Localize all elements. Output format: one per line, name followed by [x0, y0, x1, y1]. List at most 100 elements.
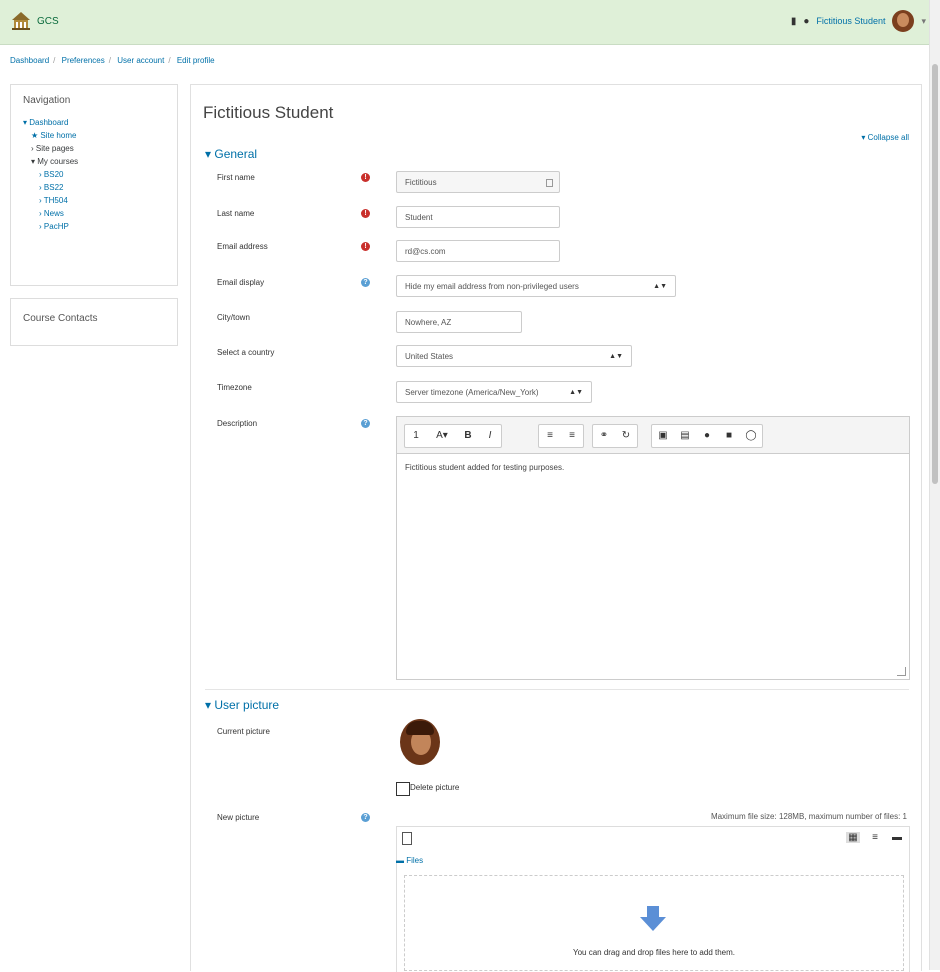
link-icon[interactable]: ⚭: [593, 425, 615, 447]
folder-view-icon[interactable]: ▬: [890, 832, 904, 843]
folder-icon: ▬: [396, 856, 404, 865]
nav-item-label: BS22: [43, 183, 64, 192]
icon-view-icon[interactable]: ▦: [846, 832, 860, 843]
help-icon[interactable]: ?: [361, 813, 370, 822]
site-name: GCS: [37, 15, 59, 27]
section-general-title: General: [214, 147, 258, 161]
delete-picture-checkbox[interactable]: [396, 782, 410, 796]
notification-bell-icon[interactable]: ▮: [791, 16, 797, 27]
bold-icon[interactable]: B: [457, 425, 479, 447]
edit-profile-form: Fictitious Student ▾ Collapse all ▾ Gene…: [190, 84, 922, 972]
editor-toolbar: 1 A▾ B I ≡ ≡ ⚭ ↻ ▣ ▤ ● ■ ◯: [397, 417, 909, 454]
chevron-right-icon: ›: [39, 222, 42, 231]
email-display-label: Email display: [217, 278, 265, 287]
toolbar-toggle-icon[interactable]: 1: [405, 425, 427, 447]
required-icon: !: [361, 173, 370, 182]
nav-item-course[interactable]: › BS22: [23, 181, 177, 194]
record-audio-icon[interactable]: ●: [696, 425, 718, 447]
view-switcher: ▦ ≡ ▬: [846, 832, 904, 843]
image-icon[interactable]: ▣: [652, 425, 674, 447]
breadcrumb-item-dashboard[interactable]: Dashboard: [10, 56, 49, 65]
description-editor[interactable]: 1 A▾ B I ≡ ≡ ⚭ ↻ ▣ ▤ ● ■ ◯ Fictitious st…: [396, 416, 910, 680]
chevron-down-icon[interactable]: ▾: [921, 16, 926, 27]
nav-item-label: PacHP: [43, 222, 69, 231]
breadcrumb-item-user-account[interactable]: User account: [117, 56, 164, 65]
nav-item-course[interactable]: › BS20: [23, 168, 177, 181]
section-general-toggle[interactable]: ▾ General: [205, 147, 257, 161]
timezone-label: Timezone: [217, 383, 252, 392]
messages-icon[interactable]: ●: [803, 16, 809, 27]
toolbar-group: ▣ ▤ ● ■ ◯: [651, 424, 763, 448]
timezone-value: Server timezone (America/New_York): [405, 388, 539, 397]
city-value: Nowhere, AZ: [405, 318, 452, 327]
record-video-icon[interactable]: ■: [718, 425, 740, 447]
nav-item-label: My courses: [37, 157, 79, 166]
list-view-icon[interactable]: ≡: [868, 832, 882, 843]
manage-files-icon[interactable]: ◯: [740, 425, 762, 447]
toolbar-group: ⚭ ↻: [592, 424, 638, 448]
section-user-picture-toggle[interactable]: ▾ User picture: [205, 698, 279, 712]
nav-item-course[interactable]: › PacHP: [23, 220, 177, 233]
city-field[interactable]: Nowhere, AZ: [396, 311, 522, 333]
current-picture-label: Current picture: [217, 727, 270, 736]
nav-item-dashboard[interactable]: ▾ Dashboard: [23, 116, 177, 129]
font-size-icon[interactable]: A▾: [427, 425, 457, 447]
timezone-select[interactable]: Server timezone (America/New_York) ▲▼: [396, 381, 592, 403]
description-text: Fictitious student added for testing pur…: [405, 463, 565, 472]
country-value: United States: [405, 352, 454, 361]
add-file-icon[interactable]: [402, 832, 412, 845]
filepicker-path[interactable]: ▬ Files: [396, 856, 423, 865]
drop-instructions: You can drag and drop files here to add …: [572, 948, 736, 957]
nav-item-site-pages[interactable]: › Site pages: [23, 142, 177, 155]
breadcrumb-item-preferences[interactable]: Preferences: [62, 56, 105, 65]
site-brand[interactable]: GCS: [10, 10, 59, 32]
ordered-list-icon[interactable]: ≡: [561, 425, 583, 447]
top-navbar: GCS ▮ ● Fictitious Student ▾: [0, 0, 940, 45]
breadcrumb-item-edit-profile[interactable]: Edit profile: [177, 56, 215, 65]
italic-icon[interactable]: I: [479, 425, 501, 447]
required-icon: !: [361, 242, 370, 251]
new-picture-label: New picture: [217, 813, 260, 822]
resize-handle-icon[interactable]: [897, 667, 906, 676]
last-name-field[interactable]: Student: [396, 206, 560, 228]
nav-item-course[interactable]: › TH504: [23, 194, 177, 207]
nav-item-my-courses[interactable]: ▾ My courses: [23, 155, 177, 168]
nav-item-label: TH504: [43, 196, 68, 205]
unordered-list-icon[interactable]: ≡: [539, 425, 561, 447]
first-name-field[interactable]: Fictitious: [396, 171, 560, 193]
country-label: Select a country: [217, 348, 275, 357]
collapse-all-link[interactable]: ▾ Collapse all: [861, 133, 909, 142]
email-field[interactable]: rd@cs.com: [396, 240, 560, 262]
nav-item-label: Site home: [40, 131, 77, 140]
nav-item-label: News: [43, 209, 64, 218]
city-label: City/town: [217, 313, 250, 322]
file-drop-zone[interactable]: You can drag and drop files here to add …: [404, 875, 904, 971]
media-icon[interactable]: ▤: [674, 425, 696, 447]
country-select[interactable]: United States ▲▼: [396, 345, 632, 367]
user-avatar[interactable]: [892, 10, 915, 32]
scrollbar-thumb[interactable]: [932, 64, 938, 484]
chevron-right-icon: ›: [39, 196, 42, 205]
select-caret-icon: ▲▼: [609, 353, 623, 360]
files-path-label: Files: [406, 856, 424, 865]
navigation-block: Navigation ▾ Dashboard ★ Site home › Sit…: [10, 84, 178, 286]
course-contacts-block: Course Contacts: [10, 298, 178, 346]
nav-item-course[interactable]: › News: [23, 207, 177, 220]
email-value: rd@cs.com: [405, 247, 446, 256]
autofill-icon: [546, 179, 553, 187]
user-name[interactable]: Fictitious Student: [816, 16, 885, 26]
course-contacts-title: Course Contacts: [23, 313, 98, 324]
unlink-icon[interactable]: ↻: [615, 425, 637, 447]
expand-icon: ▾: [23, 118, 28, 127]
breadcrumb-separator: /: [168, 56, 171, 65]
nav-item-label: BS20: [43, 170, 64, 179]
email-display-select[interactable]: Hide my email address from non-privilege…: [396, 275, 676, 297]
help-icon[interactable]: ?: [361, 419, 370, 428]
help-icon[interactable]: ?: [361, 278, 370, 287]
description-label: Description: [217, 419, 258, 428]
current-picture: [400, 719, 440, 765]
nav-item-site-home[interactable]: ★ Site home: [23, 129, 177, 142]
page-scrollbar[interactable]: [929, 0, 940, 970]
user-menu[interactable]: ▮ ● Fictitious Student ▾: [791, 10, 926, 32]
filepicker-toolbar: ▦ ≡ ▬: [396, 826, 910, 856]
